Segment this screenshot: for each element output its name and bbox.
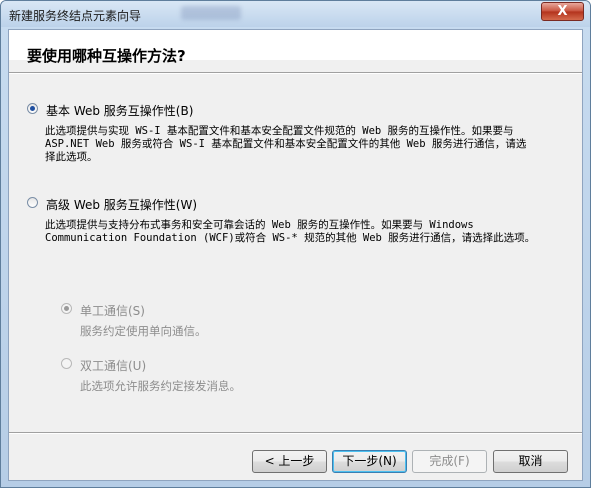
close-button[interactable]: X	[541, 2, 584, 21]
radio-duplex[interactable]	[61, 358, 72, 369]
back-button[interactable]: < 上一步	[252, 450, 327, 473]
option-simplex-label[interactable]: 单工通信(S)	[80, 302, 145, 319]
wizard-window: 新建服务终结点元素向导 X 要使用哪种互操作方法? 基本 Web 服务互操作性(…	[0, 0, 591, 488]
option-duplex-label[interactable]: 双工通信(U)	[80, 357, 146, 374]
page-title: 要使用哪种互操作方法?	[27, 47, 186, 65]
option-basic-desc-1: 此选项提供与实现 WS-I 基本配置文件和基本安全配置文件规范的 Web 服务的…	[45, 125, 514, 137]
header-divider	[9, 72, 582, 74]
option-advanced-desc-2: Communication Foundation (WCF)或符合 WS-* 规…	[45, 232, 536, 244]
option-advanced-desc-1: 此选项提供与支持分布式事务和安全可靠会话的 Web 服务的互操作性。如果要与 W…	[45, 219, 474, 231]
radio-advanced[interactable]	[27, 197, 38, 208]
option-basic-desc-3: 择此选项。	[45, 151, 98, 163]
title-blurred-region	[181, 6, 241, 20]
radio-basic[interactable]	[27, 103, 38, 114]
close-icon: X	[557, 4, 568, 19]
option-advanced-label[interactable]: 高级 Web 服务互操作性(W)	[46, 196, 197, 213]
finish-button[interactable]: 完成(F)	[412, 450, 487, 473]
window-title: 新建服务终结点元素向导	[9, 9, 142, 23]
option-duplex-desc: 此选项允许服务约定接发消息。	[80, 379, 241, 393]
option-basic-desc-2: ASP.NET Web 服务或符合 WS-I 基本配置文件和基本安全配置文件的其…	[45, 138, 527, 150]
cancel-button[interactable]: 取消	[493, 450, 568, 473]
title-bar[interactable]: 新建服务终结点元素向导 X	[1, 1, 590, 27]
next-button[interactable]: 下一步(N)	[332, 450, 407, 473]
wizard-body: 要使用哪种互操作方法? 基本 Web 服务互操作性(B) 此选项提供与实现 WS…	[8, 29, 583, 481]
footer-divider	[9, 432, 582, 434]
option-simplex-desc: 服务约定使用单向通信。	[80, 324, 207, 338]
radio-simplex[interactable]	[61, 303, 72, 314]
option-basic-label[interactable]: 基本 Web 服务互操作性(B)	[46, 102, 193, 119]
